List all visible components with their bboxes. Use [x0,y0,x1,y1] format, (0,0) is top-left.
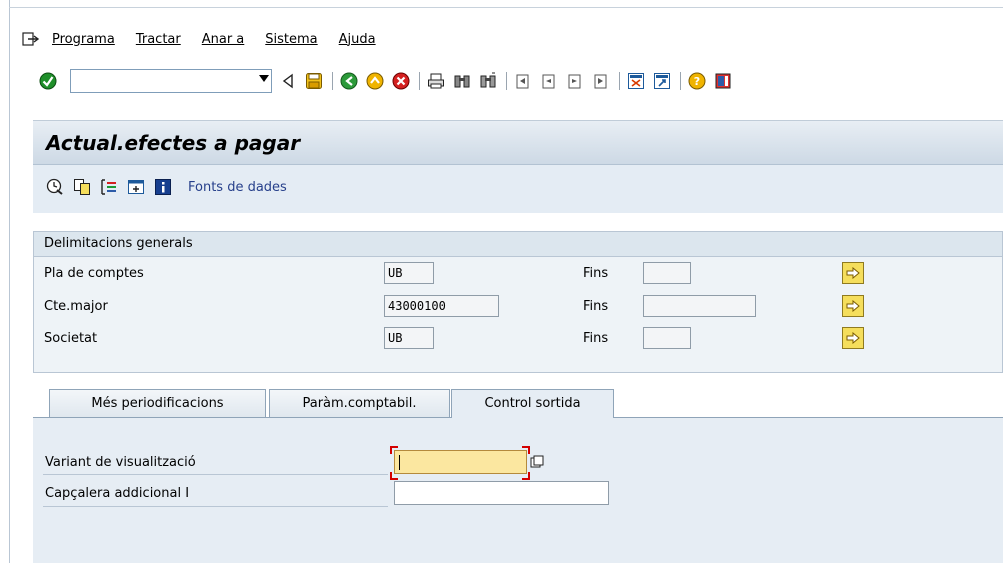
back-arrow-icon[interactable] [278,71,298,91]
title-bar: Actual.efectes a pagar [33,121,1003,165]
screen-header: Actual.efectes a pagar Fonts de dades [33,120,1003,213]
exit-yellow-icon[interactable] [365,71,385,91]
group-header: Delimitacions generals [34,232,1002,257]
menu-bar: Programa Tractar Anar a Sistema Ajuda [22,29,397,49]
company-code-from-field[interactable]: UB [384,327,434,349]
multiple-selection-button[interactable] [842,327,864,349]
tab-accounting-params[interactable]: Paràm.comptabil. [269,389,450,418]
output-control-panel: Variant de visualització Capçalera addic… [33,418,1003,563]
text-cursor [399,455,400,470]
menu-exit-icon[interactable] [22,31,40,47]
gl-account-label: Cte.major [44,299,108,314]
focus-corner [390,472,398,480]
command-dropdown-icon[interactable] [259,75,269,82]
arrow-right-icon [846,300,860,312]
toolbar-separator [619,72,620,90]
value-help-icon[interactable] [528,452,546,472]
arrow-right-icon [846,267,860,279]
row-divider [43,474,388,475]
additional-header-field[interactable] [394,481,609,505]
data-sources-button[interactable]: Fonts de dades [188,180,287,195]
row-divider [43,506,388,507]
menu-anar-a[interactable]: Anar a [202,32,245,47]
company-code-to-field[interactable] [643,327,691,349]
menu-tractar[interactable]: Tractar [136,32,181,47]
tab-strip: Més periodificacions Paràm.comptabil. Co… [33,383,1003,418]
multiple-selection-button[interactable] [842,295,864,317]
gl-account-to-label: Fins [583,299,609,314]
arrow-right-icon [846,332,860,344]
application-toolbar: Fonts de dades [45,177,287,197]
toolbar-separator [680,72,681,90]
window-top-border [9,7,1003,8]
new-session-icon[interactable] [626,71,646,91]
menu-ajuda[interactable]: Ajuda [339,32,376,47]
toolbar-separator [506,72,507,90]
menu-programa[interactable]: Programa [52,32,115,47]
info-icon[interactable] [153,177,173,197]
general-delimitations-group: Delimitacions generals Pla de comptes UB… [33,231,1003,373]
last-page-icon[interactable] [591,71,611,91]
page-title: Actual.efectes a pagar [46,131,301,155]
enter-checkmark-icon[interactable] [38,71,58,91]
toolbar-separator [332,72,333,90]
tab-output-control[interactable]: Control sortida [451,389,614,418]
create-shortcut-icon[interactable] [652,71,672,91]
gl-account-to-field[interactable] [643,295,756,317]
standard-toolbar: ? [38,66,733,96]
gl-account-from-field[interactable]: 43000100 [384,295,499,317]
next-page-icon[interactable] [565,71,585,91]
additional-header-label: Capçalera addicional I [45,486,190,501]
display-variant-label: Variant de visualització [45,455,196,470]
selection-options-icon[interactable] [99,177,119,197]
chart-of-accounts-to-field[interactable] [643,262,691,284]
tab-more-accruals[interactable]: Més periodificacions [49,389,266,418]
execute-icon[interactable] [45,177,65,197]
chart-of-accounts-to-label: Fins [583,266,609,281]
svg-text:?: ? [694,75,700,88]
print-icon[interactable] [426,71,446,91]
dynamic-selections-icon[interactable] [126,177,146,197]
company-code-to-label: Fins [583,331,609,346]
find-next-icon[interactable] [478,71,498,91]
cancel-red-icon[interactable] [391,71,411,91]
chart-of-accounts-label: Pla de comptes [44,266,144,281]
menu-sistema[interactable]: Sistema [265,32,317,47]
chart-of-accounts-from-field[interactable]: UB [384,262,434,284]
help-icon[interactable]: ? [687,71,707,91]
multiple-selection-button[interactable] [842,262,864,284]
customize-layout-icon[interactable] [713,71,733,91]
find-icon[interactable] [452,71,472,91]
save-icon[interactable] [304,71,324,91]
focus-corner [390,446,398,454]
first-page-icon[interactable] [513,71,533,91]
command-field[interactable] [70,69,272,93]
focus-corner [522,472,530,480]
toolbar-separator [419,72,420,90]
company-code-label: Societat [44,331,98,346]
previous-page-icon[interactable] [539,71,559,91]
get-variant-icon[interactable] [72,177,92,197]
back-green-icon[interactable] [339,71,359,91]
display-variant-field[interactable] [394,450,527,474]
